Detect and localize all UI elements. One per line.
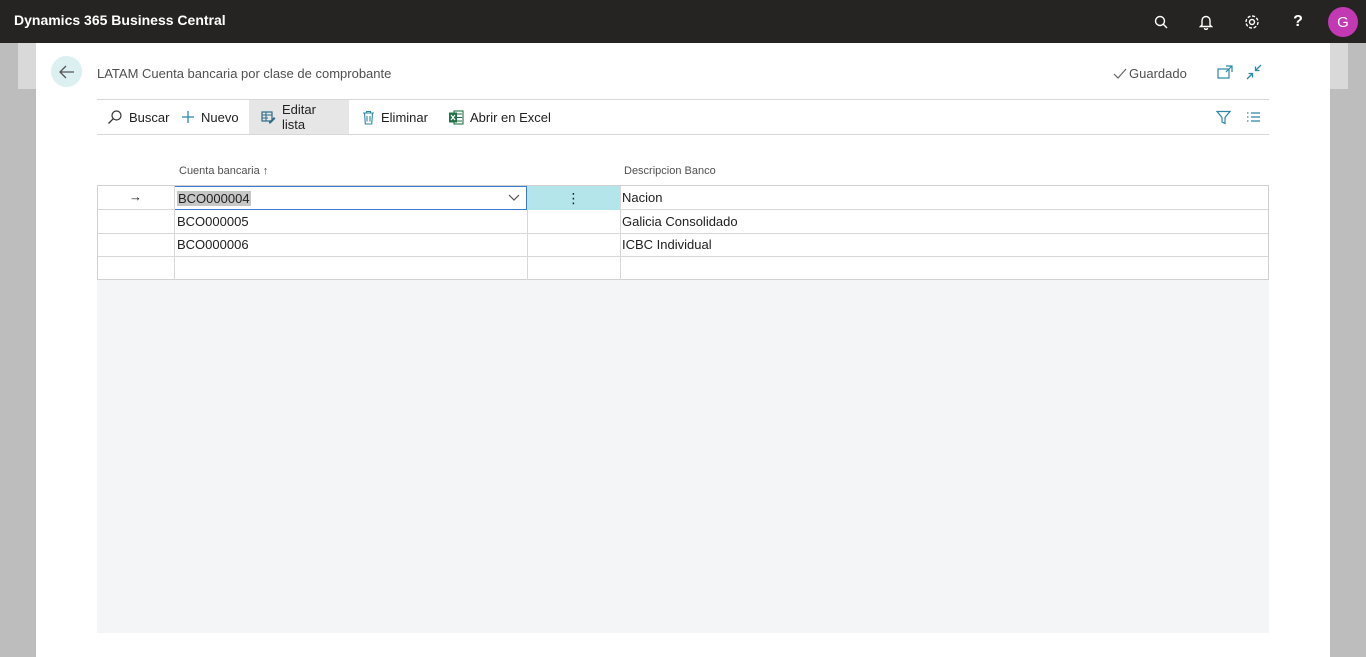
table-row[interactable]: BCO000006 ICBC Individual	[98, 233, 1268, 257]
new-button-label: Nuevo	[201, 109, 239, 125]
search-button[interactable]: Buscar	[99, 100, 177, 134]
avatar[interactable]: G	[1328, 7, 1358, 37]
edit-list-button[interactable]: Editar lista	[249, 100, 349, 134]
edit-list-button-label: Editar lista	[282, 102, 316, 132]
column-header-description-label: Descripcion Banco	[624, 165, 716, 177]
list-view-icon[interactable]	[1244, 108, 1262, 126]
open-in-excel-button-label: Abrir en Excel	[470, 109, 551, 125]
search-icon	[108, 110, 122, 124]
action-bar: Buscar Nuevo Editar lista Eliminar Abrir…	[97, 99, 1269, 135]
open-in-excel-button[interactable]: Abrir en Excel	[440, 100, 559, 134]
top-bar: Dynamics 365 Business Central ? G	[0, 0, 1366, 43]
edit-list-icon	[261, 111, 276, 124]
help-icon[interactable]: ?	[1286, 10, 1310, 34]
search-button-label: Buscar	[129, 109, 170, 125]
avatar-initial: G	[1337, 13, 1349, 31]
description-cell[interactable]: Galicia Consolidado	[622, 214, 738, 229]
saved-status: Guardado	[1113, 66, 1187, 81]
data-grid: → BCO000004 ⋮ Nacion BCO000005 Galicia C…	[97, 185, 1269, 280]
grid-empty-area	[97, 280, 1269, 633]
filter-icon[interactable]	[1214, 108, 1232, 126]
column-divider	[620, 186, 621, 280]
column-header-account-label: Cuenta bancaria	[179, 165, 260, 177]
account-input[interactable]: BCO000004	[174, 186, 527, 210]
plus-icon	[182, 111, 194, 123]
saved-status-label: Guardado	[1129, 66, 1187, 81]
trash-icon	[363, 110, 374, 125]
description-cell[interactable]: Nacion	[622, 190, 662, 205]
table-row[interactable]: → BCO000004 ⋮ Nacion	[98, 186, 1268, 210]
row-actions-button[interactable]: ⋮	[527, 186, 620, 210]
account-cell[interactable]: BCO000006	[177, 237, 249, 252]
delete-button-label: Eliminar	[381, 109, 428, 125]
account-input-value: BCO000004	[177, 191, 251, 206]
bell-icon[interactable]	[1194, 10, 1218, 34]
more-options-icon: ⋮	[566, 189, 581, 206]
open-new-window-icon[interactable]	[1216, 63, 1234, 81]
empty-new-row[interactable]	[98, 257, 1268, 281]
page-title: LATAM Cuenta bancaria por clase de compr…	[97, 66, 392, 81]
table-row[interactable]: BCO000005 Galicia Consolidado	[98, 210, 1268, 234]
collapse-icon[interactable]	[1245, 63, 1263, 81]
column-divider	[174, 186, 175, 280]
delete-button[interactable]: Eliminar	[354, 100, 436, 134]
row-marker-arrow-icon: →	[129, 189, 142, 204]
column-header-account[interactable]: Cuenta bancaria ↑	[179, 165, 268, 177]
description-cell[interactable]: ICBC Individual	[622, 237, 712, 252]
search-icon[interactable]	[1149, 10, 1173, 34]
check-icon	[1113, 68, 1127, 79]
gear-icon[interactable]	[1240, 10, 1264, 34]
help-glyph: ?	[1293, 13, 1303, 30]
account-cell[interactable]: BCO000005	[177, 214, 249, 229]
app-title[interactable]: Dynamics 365 Business Central	[14, 12, 226, 28]
sort-ascending-icon: ↑	[262, 165, 269, 177]
column-divider	[527, 186, 528, 280]
new-button[interactable]: Nuevo	[173, 100, 247, 134]
excel-icon	[449, 109, 464, 125]
column-header-description[interactable]: Descripcion Banco	[624, 165, 716, 177]
back-button[interactable]	[51, 56, 82, 87]
chevron-down-icon[interactable]	[508, 194, 520, 202]
